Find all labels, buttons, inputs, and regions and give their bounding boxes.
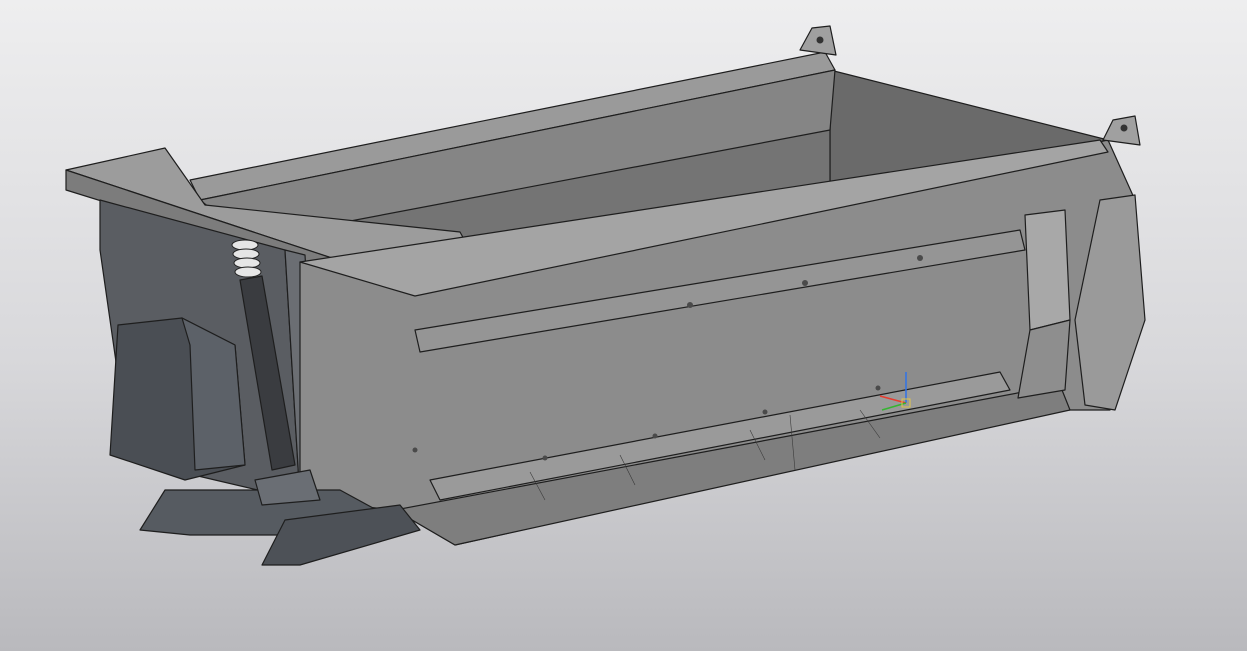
lug-hole [816, 36, 824, 44]
bolt-marker [542, 455, 548, 461]
rear-end-block [1024, 209, 1071, 331]
bolt-marker [917, 255, 923, 261]
bolt-marker [687, 302, 693, 308]
cad-viewport[interactable] [0, 0, 1247, 651]
bolt-marker [762, 409, 768, 415]
dump-body-3d-model[interactable] [0, 0, 1247, 651]
bolt-marker [412, 447, 418, 453]
lifting-lug-rear [1102, 115, 1141, 146]
lug-hole [1120, 124, 1128, 132]
bolt-marker [652, 433, 658, 439]
bolt-marker [875, 385, 881, 391]
bolt-marker [802, 280, 808, 286]
